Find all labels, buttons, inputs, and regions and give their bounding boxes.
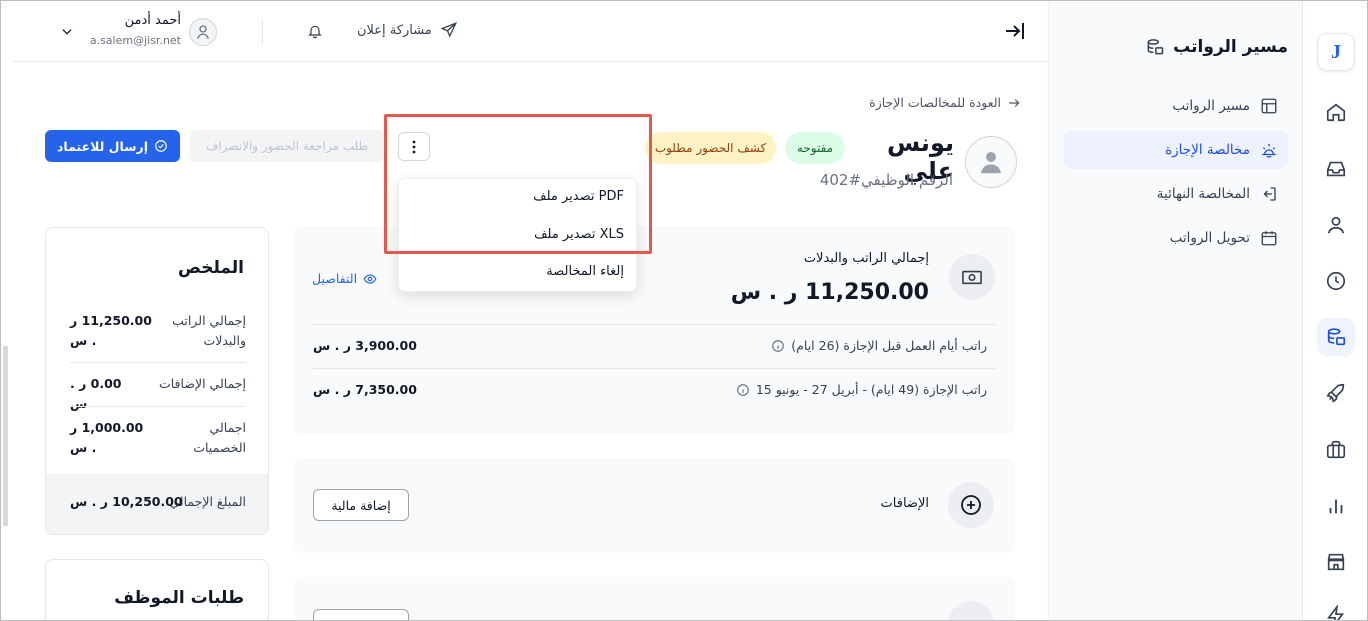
- user-icon: [981, 152, 1001, 174]
- additions-title: الإضافات: [880, 496, 929, 511]
- page-scrollbar[interactable]: [1, 1, 9, 620]
- share-label: مشاركة إعلان: [357, 22, 432, 38]
- rocket-icon[interactable]: [1317, 374, 1355, 412]
- app-window: J مسير الرواتب مسير الرواتب مخالصة الإجا…: [0, 0, 1368, 621]
- sidenav-item-final-settlement[interactable]: المخالصة النهائية: [1064, 175, 1288, 213]
- payroll-icon[interactable]: [1317, 318, 1355, 356]
- salary-row-text: راتب الإجازة (49 ايام) - أبريل 27 - يوني…: [755, 382, 987, 397]
- attendance-required-badge: كشف الحضور مطلوب: [645, 132, 776, 164]
- salary-row-label: راتب الإجازة (49 ايام) - أبريل 27 - يوني…: [607, 382, 987, 397]
- sidenav-item-label: المخالصة النهائية: [1156, 186, 1250, 202]
- sidenav-item-label: مخالصة الإجازة: [1165, 142, 1250, 158]
- sidenav-item-label: تحويل الرواتب: [1169, 230, 1250, 246]
- summary-total-row: المبلغ الإجمالي 10,250.00 ر . س: [46, 474, 268, 534]
- summary-row: اجمالي الخصميات 1,000.00 ر . س: [70, 418, 246, 458]
- summary-divider: [70, 406, 246, 407]
- summary-value: 11,250.00 ر . س: [70, 313, 152, 348]
- check-circle-icon: [155, 140, 167, 152]
- add-financial-button[interactable]: إضافة مالية: [313, 489, 409, 521]
- chevron-down-icon[interactable]: [59, 25, 75, 39]
- arrow-right-icon: [1009, 98, 1020, 107]
- sunset-icon: [1262, 144, 1276, 158]
- jisr-logo[interactable]: J: [1317, 33, 1355, 71]
- details-label: التفاصيل: [312, 271, 358, 286]
- salary-row-text: راتب أيام العمل قبل الإجازة (26 ايام): [791, 338, 987, 353]
- payroll-icon: [1147, 39, 1164, 55]
- row-divider: [313, 324, 997, 325]
- add-deduction-button[interactable]: [313, 609, 409, 620]
- bolt-icon[interactable]: [1317, 597, 1355, 620]
- eye-icon: [363, 273, 377, 284]
- briefcase-icon[interactable]: [1317, 431, 1355, 469]
- summary-label: إجمالي الإضافات: [158, 376, 246, 391]
- back-link-label: العودة للمخالصات الإجازة: [869, 95, 1001, 110]
- summary-title: الملخص: [178, 258, 244, 278]
- row-divider: [313, 368, 997, 369]
- summary-panel: الملخص إجمالي الراتب والبدلات 11,250.00 …: [45, 227, 269, 535]
- summary-value: 1,000.00 ر . س: [70, 420, 144, 455]
- table-icon: [1261, 98, 1277, 114]
- salary-title: إجمالي الراتب والبدلات: [803, 251, 929, 266]
- chart-icon[interactable]: [1317, 487, 1355, 525]
- summary-label: اجمالي الخصميات: [193, 420, 246, 455]
- requests-title: طلبات الموظف: [114, 588, 244, 608]
- sidenav-item-leave-settlement[interactable]: مخالصة الإجازة: [1064, 131, 1288, 169]
- sidenav-item-label: مسير الرواتب: [1172, 98, 1250, 114]
- info-icon: [772, 339, 785, 352]
- calendar-icon: [1261, 231, 1277, 246]
- money-icon: [949, 254, 995, 300]
- payroll-sidenav: مسير الرواتب مسير الرواتب مخالصة الإجازة…: [1048, 1, 1302, 620]
- send-for-approval-button[interactable]: إرسال للاعتماد: [45, 130, 180, 162]
- summary-total-value: 10,250.00 ر . س: [70, 494, 183, 509]
- sidenav-title-label: مسير الرواتب: [1173, 37, 1288, 57]
- sidenav-item-payroll[interactable]: مسير الرواتب: [1064, 87, 1288, 125]
- salary-row-value: 7,350.00 ر . س: [313, 382, 417, 397]
- status-badge: مفتوحه: [785, 132, 845, 164]
- employee-requests-panel: طلبات الموظف: [45, 559, 269, 620]
- sidenav-item-salary-transfer[interactable]: تحويل الرواتب: [1064, 219, 1288, 257]
- icon-rail: J: [1302, 1, 1367, 620]
- plus-circle-icon: [948, 482, 994, 528]
- sidenav-title: مسير الرواتب: [1145, 37, 1288, 57]
- share-announcement-button[interactable]: مشاركة إعلان: [357, 21, 458, 39]
- info-icon: [736, 383, 749, 396]
- send-icon: [440, 22, 457, 38]
- request-attendance-review-button[interactable]: طلب مراجعة الحضور والانصراف: [190, 130, 384, 162]
- salary-row-value: 3,900.00 ر . س: [313, 338, 417, 353]
- salary-row-label: راتب أيام العمل قبل الإجازة (26 ايام): [607, 338, 987, 353]
- user-email: a.salem@jisr.net: [89, 34, 181, 47]
- employee-avatar: [965, 136, 1017, 188]
- topbar-divider: [262, 19, 263, 45]
- cancel-settlement-item[interactable]: إلغاء المخالصة: [409, 264, 624, 279]
- back-link[interactable]: العودة للمخالصات الإجازة: [851, 95, 1021, 110]
- summary-label: إجمالي الراتب والبدلات: [172, 313, 246, 348]
- highlight-box: [384, 114, 652, 254]
- user-icon[interactable]: [1317, 206, 1355, 244]
- user-avatar[interactable]: [189, 18, 217, 46]
- home-icon[interactable]: [1317, 93, 1355, 131]
- user-icon: [197, 25, 209, 39]
- logout-icon: [1263, 187, 1276, 201]
- summary-row: إجمالي الراتب والبدلات 11,250.00 ر . س: [70, 311, 246, 351]
- collapse-sidebar-icon[interactable]: [1003, 19, 1027, 43]
- summary-row: إجمالي الإضافات 0.00 ر . س: [70, 374, 246, 411]
- summary-divider: [70, 362, 246, 363]
- top-bar: مشاركة إعلان أحمد أدمن a.salem@jisr.net: [13, 1, 1048, 62]
- clock-icon[interactable]: [1317, 262, 1355, 300]
- details-link[interactable]: التفاصيل: [312, 271, 377, 286]
- notifications-bell-icon[interactable]: [307, 22, 323, 40]
- user-name: أحمد أدمن: [124, 13, 181, 28]
- store-icon[interactable]: [1317, 543, 1355, 581]
- employee-id: الرقم الوظيفي#402: [819, 171, 953, 189]
- send-button-label: إرسال للاعتماد: [57, 138, 148, 154]
- summary-value: 0.00 ر . س: [70, 376, 122, 411]
- salary-amount: 11,250.00 ر . س: [730, 280, 929, 305]
- inbox-icon[interactable]: [1317, 150, 1355, 188]
